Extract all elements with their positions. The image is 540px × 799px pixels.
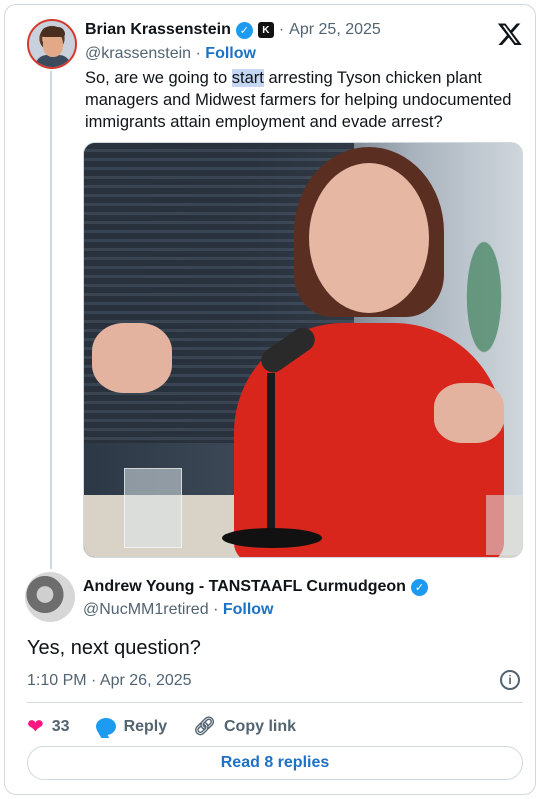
follow-button[interactable]: Follow xyxy=(205,45,256,62)
read-replies-button[interactable]: Read 8 replies xyxy=(27,746,523,780)
x-logo-icon[interactable] xyxy=(497,21,523,47)
copy-link-button[interactable]: 🔗︎ Copy link xyxy=(193,716,296,737)
reply-author-handle[interactable]: @NucMM1retired xyxy=(83,601,209,618)
affiliate-badge-icon: K xyxy=(257,22,274,38)
separator: · xyxy=(278,21,285,38)
author-handle[interactable]: @krassenstein xyxy=(85,45,191,62)
divider xyxy=(27,702,523,703)
copy-link-label: Copy link xyxy=(224,717,297,735)
heart-icon: ❤ xyxy=(27,716,44,738)
reply-tweet-text: Yes, next question? xyxy=(27,637,201,659)
quoted-handle-row: @krassenstein · Follow xyxy=(85,45,256,62)
author-name[interactable]: Brian Krassenstein xyxy=(85,21,231,39)
author-avatar[interactable] xyxy=(27,19,77,69)
reply-handle-row: @NucMM1retired · Follow xyxy=(83,601,274,618)
reply-author-avatar[interactable] xyxy=(25,572,75,622)
reply-author-row: Andrew Young - TANSTAAFL Curmudgeon ✓ xyxy=(83,578,428,596)
thread-line xyxy=(50,71,52,569)
reply-author-name[interactable]: Andrew Young - TANSTAAFL Curmudgeon xyxy=(83,578,406,596)
like-count: 33 xyxy=(51,717,70,735)
reply-label: Reply xyxy=(123,717,168,735)
tweet-photo[interactable] xyxy=(83,142,523,558)
verified-badge-icon: ✓ xyxy=(410,578,428,596)
like-button[interactable]: ❤ 33 xyxy=(27,714,70,739)
quoted-author-row: Brian Krassenstein ✓ K · Apr 25, 2025 xyxy=(85,21,381,39)
tweet-embed-card: Brian Krassenstein ✓ K · Apr 25, 2025 @k… xyxy=(4,4,536,795)
reply-button[interactable]: Reply xyxy=(95,717,168,736)
link-icon: 🔗︎ xyxy=(193,716,216,736)
quoted-tweet-text: So, are we going to start arresting Tyso… xyxy=(85,69,512,131)
info-icon[interactable]: i xyxy=(500,670,520,690)
tweet-date[interactable]: Apr 25, 2025 xyxy=(289,21,381,39)
reply-timestamp[interactable]: 1:10 PM · Apr 26, 2025 xyxy=(27,672,192,690)
highlighted-word: start xyxy=(231,69,264,87)
reply-bubble-icon xyxy=(95,718,116,735)
action-bar: ❤ 33 Reply 🔗︎ Copy link xyxy=(27,714,322,739)
reply-follow-button[interactable]: Follow xyxy=(223,601,274,618)
verified-badge-icon: ✓ xyxy=(235,21,253,39)
